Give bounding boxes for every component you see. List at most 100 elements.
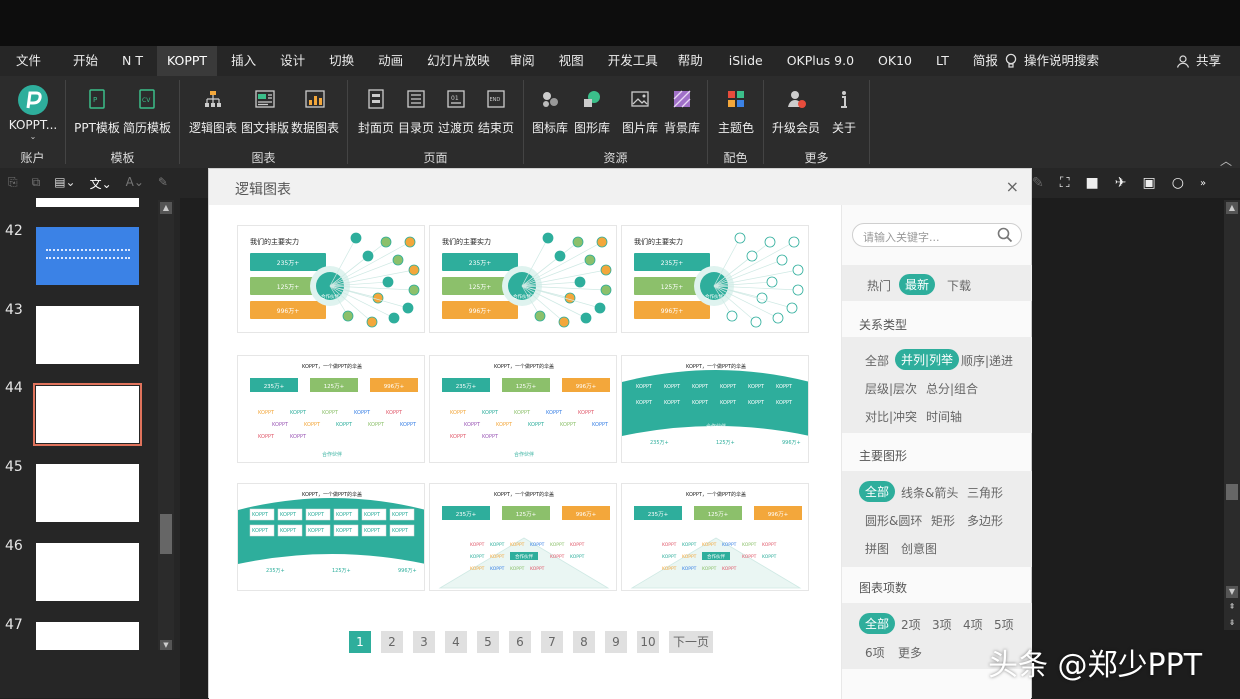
count-3[interactable]: 3项 (932, 616, 952, 633)
background-library-button[interactable]: 背景库 (662, 84, 702, 136)
sort-hot[interactable]: 热门 (867, 277, 891, 294)
page-button-8[interactable]: 8 (573, 631, 595, 653)
template-card[interactable]: 我们的主要实力 235万+ 125万+ 996万+ 合作伙伴 (429, 225, 617, 333)
slide-scrollbar[interactable]: ▲ ▼ (158, 200, 174, 650)
koppt-account-button[interactable]: KOPPT... ⌄ (6, 84, 60, 141)
tab-brief[interactable]: 简报 (963, 46, 1008, 76)
template-card[interactable]: KOPPT，一个做PPT的伞盖 KOPPT KOPPT KOPPT KOPPT KOPPT… (237, 483, 425, 591)
shape-circle-ring[interactable]: 圆形&圆环 (865, 512, 922, 529)
page-button-4[interactable]: 4 (445, 631, 467, 653)
page-up-icon[interactable]: ⇞ (1226, 602, 1238, 614)
icon-library-button[interactable]: 图标库 (530, 84, 570, 136)
slide-thumb-46[interactable] (36, 543, 139, 601)
shape-polygon[interactable]: 多边形 (967, 512, 1003, 529)
upgrade-member-button[interactable]: 升级会员 (770, 84, 822, 136)
tab-home[interactable]: 开始 (63, 46, 108, 76)
next-page-button[interactable]: 下一页 (669, 631, 713, 653)
page-button-5[interactable]: 5 (477, 631, 499, 653)
page-button-3[interactable]: 3 (413, 631, 435, 653)
image-library-button[interactable]: 图片库 (620, 84, 660, 136)
cover-page-button[interactable]: 封面页 (356, 84, 396, 136)
tab-lt[interactable]: LT (926, 46, 959, 76)
tab-koppt[interactable]: KOPPT (157, 46, 218, 76)
count-5[interactable]: 5项 (994, 616, 1014, 633)
slide-thumb-43[interactable] (36, 306, 139, 364)
shape-triangle[interactable]: 三角形 (967, 484, 1003, 501)
tab-help[interactable]: 帮助 (668, 46, 713, 76)
tab-slideshow[interactable]: 幻灯片放映 (417, 46, 500, 76)
image-text-layout-button[interactable]: 图文排版 (240, 84, 290, 136)
template-card[interactable]: 我们的主要实力 235万+ 125万+ 996万+ 合作伙伴 (621, 225, 809, 333)
search-input[interactable]: 请输入关键字... (852, 223, 1022, 247)
scroll-up-icon[interactable]: ▲ (160, 202, 172, 214)
shape-rectangle[interactable]: 矩形 (931, 512, 955, 529)
relation-contrast[interactable]: 对比|冲突 (865, 408, 917, 425)
sort-newest[interactable]: 最新 (899, 274, 936, 295)
count-4[interactable]: 4项 (963, 616, 983, 633)
template-card[interactable]: KOPPT，一个做PPT的伞盖 KOPPT KOPPT KOPPT KOPPT KOPPT… (621, 355, 809, 463)
page-button-1[interactable]: 1 (349, 631, 371, 653)
tell-me-search[interactable]: 操作说明搜索 (1004, 46, 1099, 76)
scroll-down-icon[interactable]: ▼ (1226, 586, 1238, 598)
template-card[interactable]: KOPPT，一个做PPT的伞盖 235万+ 125万+ 996万+ KOPPT KOPPT… (429, 355, 617, 463)
page-button-2[interactable]: 2 (381, 631, 403, 653)
relation-timeline[interactable]: 时间轴 (926, 408, 962, 425)
sort-download[interactable]: 下载 (947, 277, 971, 294)
template-card[interactable]: KOPPT，一个做PPT的伞盖 235万+ 125万+ 996万+ 合作伙伴 KOPPT K… (621, 483, 809, 591)
toc-page-button[interactable]: 目录页 (396, 84, 436, 136)
scroll-thumb[interactable] (160, 514, 172, 554)
relation-parallel[interactable]: 并列|列举 (895, 349, 960, 370)
tab-ok10[interactable]: OK10 (868, 46, 922, 76)
data-chart-button[interactable]: 数据图表 (290, 84, 340, 136)
tab-nt[interactable]: N T (112, 46, 153, 76)
shape-library-button[interactable]: 图形库 (572, 84, 612, 136)
slide-thumb-42[interactable] (36, 227, 139, 285)
tab-view[interactable]: 视图 (549, 46, 594, 76)
shape-line-arrow[interactable]: 线条&箭头 (901, 484, 958, 501)
tab-transition[interactable]: 切换 (319, 46, 364, 76)
slide-thumb-44[interactable] (36, 386, 139, 443)
ppt-template-button[interactable]: P PPT模板 (74, 84, 120, 136)
share-button[interactable]: 共享 (1176, 46, 1221, 76)
editor-scrollbar[interactable]: ▲ ▼ ⇞ ⇟ (1224, 200, 1240, 630)
search-icon[interactable] (997, 227, 1013, 243)
tab-insert[interactable]: 插入 (221, 46, 266, 76)
page-button-10[interactable]: 10 (637, 631, 659, 653)
tab-review[interactable]: 审阅 (500, 46, 545, 76)
scroll-down-icon[interactable]: ▼ (160, 640, 172, 650)
tab-design[interactable]: 设计 (270, 46, 315, 76)
tab-developer[interactable]: 开发工具 (598, 46, 668, 76)
shape-all[interactable]: 全部 (859, 481, 896, 502)
close-icon[interactable]: × (1006, 177, 1019, 196)
template-card[interactable]: KOPPT，一个做PPT的伞盖 235万+ 125万+ 996万+ KOPPT KOPPT… (237, 355, 425, 463)
page-button-7[interactable]: 7 (541, 631, 563, 653)
relation-hierarchy[interactable]: 层级|层次 (865, 380, 917, 397)
about-button[interactable]: 关于 (826, 84, 862, 136)
shape-creative[interactable]: 创意图 (901, 540, 937, 557)
count-all[interactable]: 全部 (859, 613, 896, 634)
slide-thumb-47[interactable] (36, 622, 139, 650)
relation-total[interactable]: 总分|组合 (926, 380, 978, 397)
slide-thumb-45[interactable] (36, 464, 139, 522)
logic-chart-button[interactable]: 逻辑图表 (188, 84, 238, 136)
end-page-button[interactable]: END 结束页 (476, 84, 516, 136)
template-card[interactable]: KOPPT，一个做PPT的伞盖 235万+ 125万+ 996万+ 合作伙伴 KOPPT K… (429, 483, 617, 591)
transition-page-button[interactable]: 01 过渡页 (436, 84, 476, 136)
resume-template-button[interactable]: CV 简历模板 (122, 84, 172, 136)
tab-okplus[interactable]: OKPlus 9.0 (777, 46, 864, 76)
collapse-ribbon-icon[interactable]: ︿ (1220, 152, 1232, 169)
page-button-6[interactable]: 6 (509, 631, 531, 653)
tab-file[interactable]: 文件 (6, 46, 51, 76)
theme-color-button[interactable]: 主题色 (714, 84, 758, 136)
scroll-thumb[interactable] (1226, 484, 1238, 500)
relation-sequence[interactable]: 顺序|递进 (961, 352, 1013, 369)
tab-islide[interactable]: iSlide (719, 46, 773, 76)
scroll-up-icon[interactable]: ▲ (1226, 202, 1238, 214)
page-button-9[interactable]: 9 (605, 631, 627, 653)
count-more[interactable]: 更多 (898, 644, 922, 661)
count-6[interactable]: 6项 (865, 644, 885, 661)
slide-thumb-41[interactable] (36, 198, 139, 207)
shape-puzzle[interactable]: 拼图 (865, 540, 889, 557)
relation-all[interactable]: 全部 (865, 352, 889, 369)
tab-animation[interactable]: 动画 (368, 46, 413, 76)
